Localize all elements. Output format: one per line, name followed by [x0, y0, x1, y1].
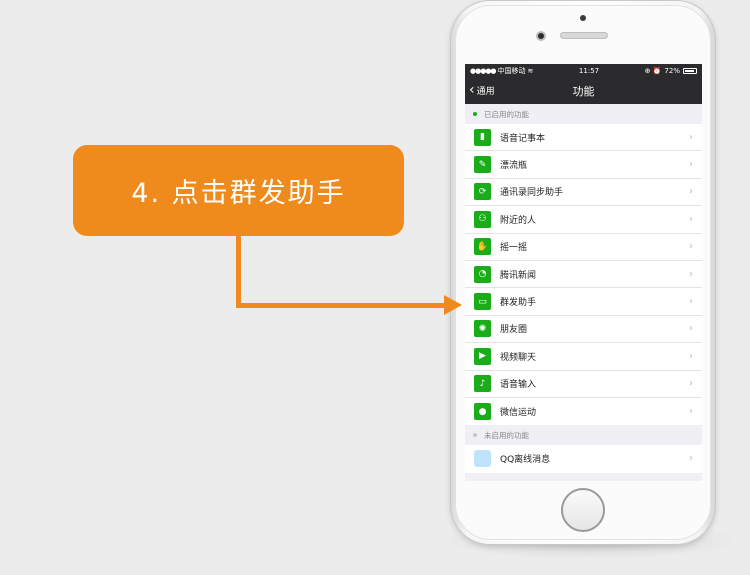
clock: 11:57 [578, 66, 600, 75]
chevron-right-icon: › [689, 350, 693, 362]
phone-screen: ●●●●● 中国移动 ≋ 11:57 ⊕ ⏰ 72% ‹ 通用 功能 已启用的功… [465, 64, 702, 481]
chevron-right-icon: › [689, 323, 693, 335]
wifi-icon: ≋ [527, 66, 534, 75]
chevron-right-icon: › [689, 186, 693, 198]
instruction-callout: 4. 点击群发助手 [73, 145, 404, 236]
news-icon: ◔ [474, 265, 491, 283]
enabled-section-header: 已启用的功能 [465, 104, 702, 124]
disabled-dot-icon [473, 433, 477, 438]
broadcast-icon: ▭ [474, 293, 491, 311]
chevron-right-icon: › [689, 406, 693, 418]
earpiece-speaker [560, 32, 608, 39]
home-button[interactable] [561, 488, 605, 532]
sensor-dot [580, 15, 586, 21]
enabled-dot-icon [473, 112, 477, 116]
item-label: 微信运动 [500, 408, 537, 419]
item-label: 摇一摇 [500, 243, 528, 254]
status-icons: ⊕ ⏰ [644, 66, 662, 75]
list-item-broadcast[interactable]: ▭ 群发助手 › [465, 288, 702, 316]
list-item-moments[interactable]: ✺ 朋友圈 › [465, 316, 702, 344]
shake-icon: ✋ [474, 238, 491, 256]
list-item-mic[interactable]: ♪ 语音输入 › [465, 371, 702, 398]
list-item-sync[interactable]: ⟳ 通讯录同步助手 › [465, 179, 702, 207]
battery-percent: 72% [664, 66, 680, 75]
list-item-news[interactable]: ◔ 腾讯新闻 › [465, 261, 702, 289]
list-item-sport[interactable]: ● 微信运动 › [465, 398, 702, 425]
sport-icon: ● [474, 403, 491, 421]
list-item-bottle[interactable]: ✎ 漂流瓶 › [465, 151, 702, 179]
nav-bar: ‹ 通用 功能 [465, 77, 702, 104]
callout-connector [236, 236, 241, 308]
chevron-right-icon: › [689, 241, 693, 253]
mic-icon: ♪ [474, 375, 491, 393]
disabled-section-header: 未启用的功能 [465, 425, 702, 445]
video-icon: ▶ [474, 347, 491, 365]
moments-icon: ✺ [474, 320, 491, 338]
chevron-right-icon: › [689, 268, 693, 280]
section-title: 已启用的功能 [484, 109, 529, 119]
chevron-right-icon: › [689, 131, 693, 143]
callout-text: 4. 点击群发助手 [131, 178, 346, 209]
back-button[interactable]: ‹ 通用 [469, 77, 495, 104]
section-title: 未启用的功能 [484, 430, 529, 440]
bottle-icon: ✎ [474, 156, 491, 174]
item-label: 腾讯新闻 [500, 270, 537, 281]
chevron-right-icon: › [689, 453, 693, 465]
status-bar: ●●●●● 中国移动 ≋ 11:57 ⊕ ⏰ 72% [465, 64, 702, 77]
item-label: 群发助手 [500, 298, 537, 309]
disabled-feature-list: QQ离线消息 › [465, 445, 702, 473]
item-label: 视频聊天 [500, 352, 537, 363]
item-label: 漂流瓶 [500, 161, 528, 172]
chevron-right-icon: › [689, 378, 693, 390]
enabled-feature-list: ▮ 语音记事本 › ✎ 漂流瓶 › ⟳ 通讯录同步助手 › ⚇ 附近的人 › ✋ 摇一摇 › ◔ 腾讯新闻 › ▭ 群… [465, 124, 702, 426]
signal-icon: ●●●●● [470, 66, 497, 75]
list-item-qq-offline[interactable]: QQ离线消息 › [465, 445, 702, 472]
list-item-shake[interactable]: ✋ 摇一摇 › [465, 234, 702, 261]
page-title: 功能 [572, 84, 595, 98]
list-item-notebook[interactable]: ▮ 语音记事本 › [465, 124, 702, 152]
list-item-people[interactable]: ⚇ 附近的人 › [465, 206, 702, 234]
notebook-icon: ▮ [474, 128, 491, 146]
chevron-right-icon: › [689, 213, 693, 225]
battery-icon [682, 67, 697, 74]
chevron-right-icon: › [689, 296, 693, 308]
people-icon: ⚇ [474, 210, 491, 228]
back-label: 通用 [476, 87, 495, 97]
carrier-name: 中国移动 [497, 66, 526, 75]
item-label: 语音输入 [500, 380, 537, 391]
callout-connector [236, 303, 448, 308]
chevron-left-icon: ‹ [469, 81, 475, 98]
front-camera [536, 31, 546, 41]
chevron-right-icon: › [689, 159, 693, 171]
item-label: 通讯录同步助手 [500, 188, 564, 199]
item-label: 语音记事本 [500, 133, 546, 144]
list-item-video[interactable]: ▶ 视频聊天 › [465, 343, 702, 371]
item-label: 附近的人 [500, 215, 537, 226]
arrow-head-icon [444, 295, 462, 315]
item-label: QQ离线消息 [500, 455, 551, 466]
sync-icon: ⟳ [474, 183, 491, 201]
item-label: 朋友圈 [500, 325, 528, 336]
qq-icon [474, 450, 491, 468]
